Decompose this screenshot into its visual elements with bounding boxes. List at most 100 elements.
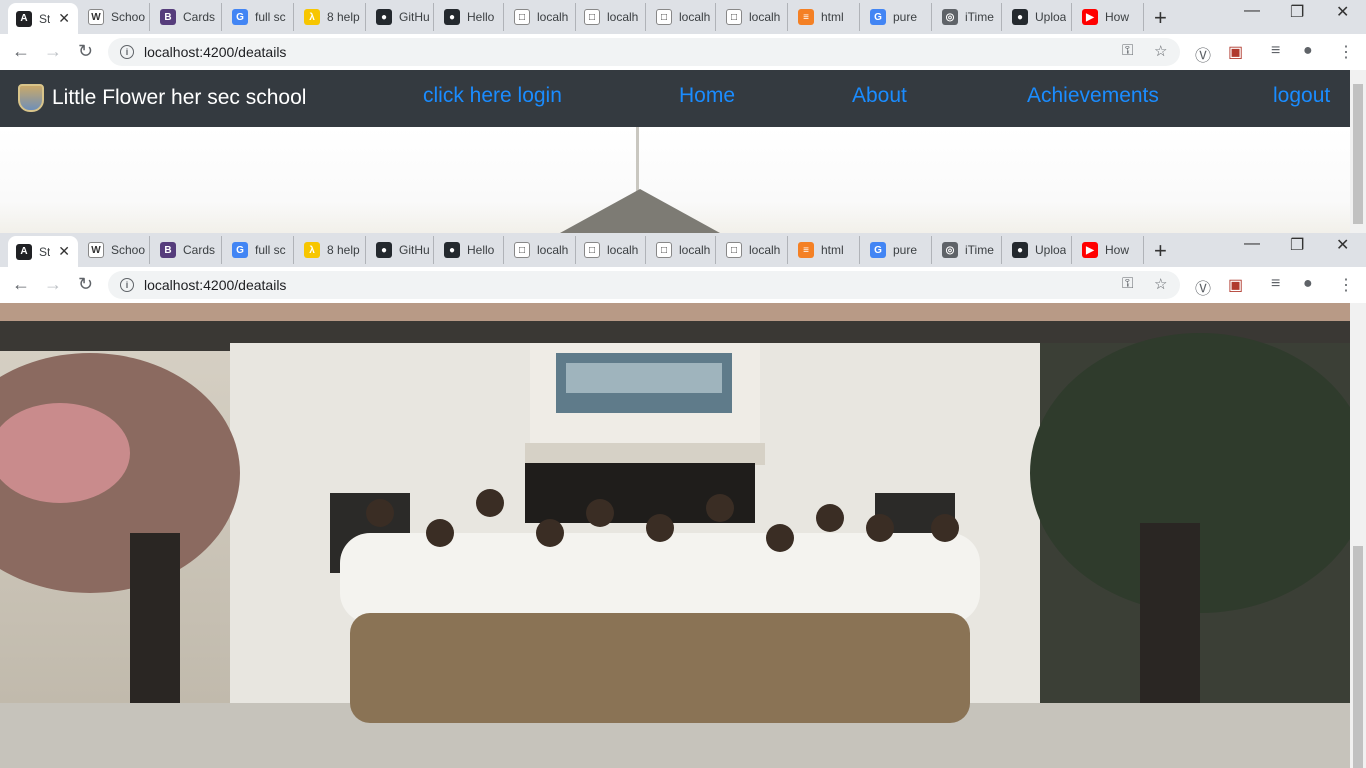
- school-logo: [18, 84, 44, 112]
- browser-tab[interactable]: □ localh: [648, 236, 716, 264]
- tab-title: How: [1105, 243, 1130, 257]
- browser-tab[interactable]: A St ✕: [8, 3, 78, 34]
- browser-tab[interactable]: ▶ How: [1074, 236, 1144, 264]
- browser-tab[interactable]: ● Hello: [436, 236, 504, 264]
- browser-tab[interactable]: A St ✕: [8, 236, 78, 267]
- about-link[interactable]: About: [852, 84, 907, 108]
- profile-avatar-icon[interactable]: ●: [1303, 42, 1313, 60]
- reload-icon[interactable]: ↻: [78, 41, 93, 62]
- close-tab-icon[interactable]: ✕: [58, 10, 70, 27]
- pdf-extension-icon[interactable]: ▣: [1228, 275, 1243, 295]
- minimize-icon[interactable]: —: [1244, 235, 1260, 253]
- vivaldi-extension-icon[interactable]: Ⓥ: [1195, 42, 1211, 66]
- reload-icon[interactable]: ↻: [78, 274, 93, 295]
- scrollbar-bottom[interactable]: [1350, 303, 1366, 768]
- scrollbar-top[interactable]: [1350, 70, 1366, 233]
- tab-title: Uploa: [1035, 243, 1067, 257]
- browser-tab[interactable]: ● Uploa: [1004, 236, 1072, 264]
- tab-favicon-icon: ▶: [1082, 242, 1098, 258]
- browser-tab[interactable]: □ localh: [576, 236, 646, 264]
- tab-title: Cards: [183, 10, 216, 24]
- browser-tab[interactable]: □ localh: [506, 236, 576, 264]
- site-info-icon[interactable]: i: [120, 278, 134, 292]
- close-tab-icon[interactable]: ✕: [58, 243, 70, 260]
- key-icon[interactable]: ⚿: [1122, 275, 1133, 292]
- scrollbar-thumb[interactable]: [1353, 546, 1363, 768]
- close-window-icon[interactable]: ✕: [1336, 2, 1349, 22]
- achievements-link[interactable]: Achievements: [1027, 84, 1159, 108]
- tab-title: 8 help: [327, 10, 360, 24]
- forward-icon[interactable]: →: [44, 274, 62, 295]
- browser-toolbar: ← → ↻ i localhost:4200/deatails ⚿ ☆ Ⓥ ▣ …: [0, 267, 1366, 303]
- browser-tab[interactable]: Gpure: [862, 236, 932, 264]
- tab-title: localh: [537, 10, 569, 24]
- browser-tab[interactable]: B Cards: [152, 3, 222, 31]
- tab-title: St: [39, 244, 51, 259]
- tab-favicon-icon: A: [16, 243, 32, 260]
- browser-tab[interactable]: □ localh: [718, 3, 788, 31]
- minimize-icon[interactable]: —: [1244, 2, 1260, 20]
- browser-tab[interactable]: B Cards: [152, 236, 222, 264]
- logout-link[interactable]: logout: [1273, 84, 1330, 108]
- browser-tab[interactable]: □ localh: [506, 3, 576, 31]
- profile-avatar-icon[interactable]: ●: [1303, 275, 1313, 293]
- browser-tab[interactable]: ● GitHu: [368, 236, 434, 264]
- close-window-icon[interactable]: ✕: [1336, 235, 1349, 255]
- media-control-icon[interactable]: ≡: [1271, 275, 1280, 293]
- menu-kebab-icon[interactable]: ⋮: [1338, 42, 1354, 62]
- browser-tab[interactable]: □ localh: [718, 236, 788, 264]
- browser-tab[interactable]: λ 8 help: [296, 3, 366, 31]
- restore-icon[interactable]: ❐: [1290, 2, 1304, 22]
- tab-favicon-icon: B: [160, 9, 176, 25]
- browser-tab[interactable]: ● Hello: [436, 3, 504, 31]
- browser-tab[interactable]: ● GitHu: [368, 3, 434, 31]
- browser-tab[interactable]: Gpure: [862, 3, 932, 31]
- site-info-icon[interactable]: i: [120, 45, 134, 59]
- browser-tab[interactable]: ≡ html: [790, 3, 860, 31]
- pdf-extension-icon[interactable]: ▣: [1228, 42, 1243, 62]
- browser-tab[interactable]: ◎ iTime: [934, 3, 1002, 31]
- browser-tab[interactable]: ≡ html: [790, 236, 860, 264]
- browser-tab[interactable]: W Schoo: [80, 3, 150, 31]
- url-text: localhost:4200/deatails: [144, 44, 287, 60]
- browser-tab[interactable]: W Schoo: [80, 236, 150, 264]
- brand[interactable]: Little Flower her sec school: [18, 84, 306, 112]
- bookmark-star-icon[interactable]: ☆: [1154, 42, 1167, 60]
- tab-title: Schoo: [111, 243, 146, 257]
- browser-tab[interactable]: ◎ iTime: [934, 236, 1002, 264]
- menu-kebab-icon[interactable]: ⋮: [1338, 275, 1354, 295]
- tab-favicon-icon: ▶: [1082, 9, 1098, 25]
- new-tab-button[interactable]: +: [1154, 5, 1167, 31]
- bookmark-star-icon[interactable]: ☆: [1154, 275, 1167, 293]
- browser-tab[interactable]: □ localh: [648, 3, 716, 31]
- restore-icon[interactable]: ❐: [1290, 235, 1304, 255]
- browser-tab[interactable]: □ localh: [576, 3, 646, 31]
- browser-tab[interactable]: Gfull sc: [224, 3, 294, 31]
- tab-favicon-icon: ◎: [942, 242, 958, 258]
- login-link[interactable]: click here login: [423, 84, 562, 108]
- tab-title: Hello: [467, 243, 495, 257]
- tab-title: How: [1105, 10, 1130, 24]
- key-icon[interactable]: ⚿: [1122, 42, 1133, 59]
- browser-tab[interactable]: Gfull sc: [224, 236, 294, 264]
- browser-tab[interactable]: λ 8 help: [296, 236, 366, 264]
- tab-title: iTime: [965, 243, 994, 257]
- new-tab-button[interactable]: +: [1154, 238, 1167, 264]
- school-building-image: [0, 303, 1350, 768]
- browser-tab[interactable]: ● Uploa: [1004, 3, 1072, 31]
- forward-icon[interactable]: →: [44, 41, 62, 62]
- browser-window-second: A St ✕ W Schoo B Cards Gfull sc λ 8 help ● GitHu ● He…: [0, 233, 1366, 303]
- scrollbar-thumb[interactable]: [1353, 84, 1363, 224]
- tab-favicon-icon: ◎: [942, 9, 958, 25]
- tab-favicon-icon: λ: [304, 242, 320, 258]
- back-icon[interactable]: ←: [12, 41, 30, 62]
- media-control-icon[interactable]: ≡: [1271, 42, 1280, 60]
- address-bar[interactable]: i localhost:4200/deatails: [108, 38, 1180, 66]
- browser-tab[interactable]: ▶ How: [1074, 3, 1144, 31]
- url-text: localhost:4200/deatails: [144, 277, 287, 293]
- vivaldi-extension-icon[interactable]: Ⓥ: [1195, 275, 1211, 299]
- tab-title: localh: [679, 10, 711, 24]
- home-link[interactable]: Home: [679, 84, 735, 108]
- address-bar[interactable]: i localhost:4200/deatails: [108, 271, 1180, 299]
- back-icon[interactable]: ←: [12, 274, 30, 295]
